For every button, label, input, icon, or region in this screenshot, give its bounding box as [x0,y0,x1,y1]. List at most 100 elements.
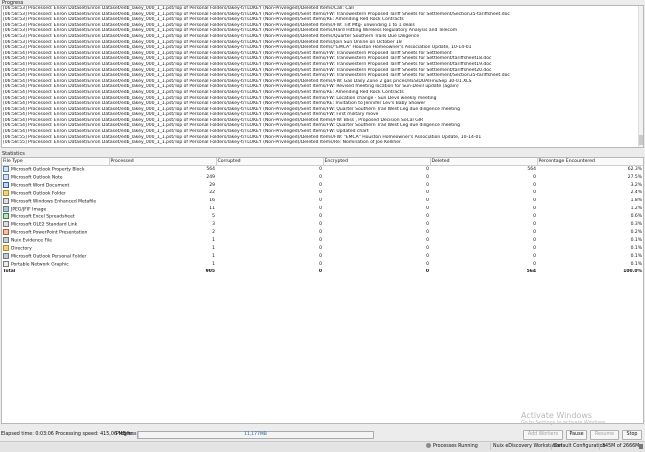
trash-icon[interactable] [639,444,643,449]
table-row[interactable]: Microsoft OLE2 Standard Link 3 0 0 0 0.3% [2,221,643,229]
processed-cell: 249 [206,174,215,180]
deleted-cell: 0 [533,237,536,243]
gear-icon [426,443,431,448]
col-header-percentage[interactable]: Percentage Encountered [537,158,643,166]
png-image-icon [3,260,9,267]
file-type-label: JPEG/JFIF Image [11,207,47,213]
deleted-cell: 0 [533,253,536,259]
table-row[interactable]: Microsoft Outlook Note 249 0 0 0 27.5% [2,173,643,182]
col-header-file-type[interactable]: File Type [2,158,110,166]
table-row[interactable]: Microsoft PowerPoint Presentation 2 0 0 0 0.2… [2,229,643,237]
processed-cell: 29 [209,182,215,188]
stop-button[interactable]: Stop [622,430,642,440]
col-header-encrypted[interactable]: Encrypted [323,158,431,166]
col-header-deleted[interactable]: Deleted [430,158,538,166]
encrypted-cell: 0 [426,198,429,204]
processed-cell: 11 [209,206,215,212]
percent-cell: 1.2% [630,206,642,212]
file-type-cell: Microsoft Excel Spreadsheet [2,213,109,221]
deleted-cell: 0 [533,206,536,212]
encrypted-cell: 0 [426,166,429,172]
table-row[interactable]: Microsoft Windows Enhanced Metafile 16 0 0 0… [2,197,643,206]
file-type-cell: Microsoft Outlook Folder [2,189,109,198]
deleted-cell: 0 [533,222,536,228]
encrypted-cell: 0 [425,268,429,274]
table-row[interactable]: Microsoft Outlook Personal Folder 1 0 0 0 0.1… [2,252,643,261]
outlook-property-block-icon [3,166,9,172]
processes-running-status[interactable]: Processes Running [424,443,480,450]
file-type-cell: Microsoft Outlook Note [2,173,109,182]
status-bar: Processes Running Nuix eDiscovery Workst… [0,441,645,452]
percent-cell: 0.6% [630,214,642,220]
file-type-label: Total [3,268,16,274]
encrypted-cell: 0 [426,261,429,267]
col-header-corrupted[interactable]: Corrupted [216,158,324,166]
deleted-cell: 0 [533,174,536,180]
file-type-label: Microsoft PowerPoint Presentation [11,230,88,236]
percent-cell: 62.3% [627,166,642,172]
table-row[interactable]: Microsoft Outlook Property Block 564 0 0 564… [2,166,643,174]
processed-cell: 5 [212,214,215,220]
statistics-header-row: File Type Processed Corrupted Encrypted … [2,158,643,166]
percent-cell: 27.5% [627,174,642,180]
file-type-cell: Microsoft Word Document [2,181,109,190]
processing-log[interactable]: [06:58:53] Processed: Enron Dataset/Enro… [1,5,644,148]
table-row[interactable]: Nuix Evidence File 1 0 0 0 0.1% [2,237,643,245]
col-header-processed[interactable]: Processed [109,158,217,166]
encrypted-cell: 0 [426,245,429,251]
percent-cell: 2.4% [630,190,642,196]
file-type-cell: Microsoft Outlook Property Block [2,166,109,174]
table-total-row[interactable]: Total 905 0 0 564 100.0% [2,269,643,275]
file-type-label: Portable Network Graphic [11,262,69,268]
file-type-label: Microsoft Outlook Folder [11,191,66,197]
processes-running-label: Processes Running [433,444,478,449]
word-document-icon [3,181,9,188]
corrupted-cell: 0 [319,245,322,251]
file-type-label: Microsoft Windows Enhanced Metafile [11,199,97,205]
percent-cell: 1.8% [630,198,642,204]
corrupted-cell: 0 [319,190,322,196]
processed-cell: 1 [212,237,215,243]
log-scroll-thumb[interactable] [639,135,643,145]
deleted-cell: 0 [533,198,536,204]
table-row[interactable]: JPEG/JFIF Image 11 0 0 0 1.2% [2,205,643,214]
encrypted-cell: 0 [426,174,429,180]
resume-button[interactable]: Resume [590,430,619,440]
file-type-label: Microsoft Excel Spreadsheet [11,214,75,220]
percent-cell: 100.0% [623,268,642,274]
file-type-cell: Microsoft PowerPoint Presentation [2,229,109,237]
processed-cell: 905 [205,268,215,274]
encrypted-cell: 0 [426,253,429,259]
corrupted-cell: 0 [319,237,322,243]
table-row[interactable]: Directory 1 0 0 0 0.1% [2,245,643,253]
file-type-cell: Portable Network Graphic [2,260,109,269]
pause-button[interactable]: Pause [566,430,587,440]
percent-cell: 0.1% [630,245,642,251]
corrupted-cell: 0 [319,198,322,204]
deleted-cell: 0 [533,182,536,188]
statistics-table: File Type Processed Corrupted Encrypted … [2,158,643,275]
table-row[interactable]: Microsoft Word Document 29 0 0 0 3.2% [2,181,643,190]
file-type-label: Nuix Evidence File [11,238,52,244]
corrupted-cell: 0 [319,261,322,267]
processed-cell: 1 [212,261,215,267]
outlook-folder-icon [3,189,9,196]
deleted-cell: 0 [533,261,536,267]
table-row[interactable]: Microsoft Outlook Folder 22 0 0 0 2.4% [2,189,643,198]
add-workers-button[interactable]: Add Workers [523,430,563,440]
encrypted-cell: 0 [426,214,429,220]
deleted-cell: 0 [533,190,536,196]
table-row[interactable]: Microsoft Excel Spreadsheet 5 0 0 0 0.6% [2,213,643,221]
corrupted-cell: 0 [319,174,322,180]
file-type-label: Microsoft OLE2 Standard Link [11,222,78,228]
file-type-label: Directory [11,246,32,252]
percent-cell: 0.1% [630,253,642,259]
table-row[interactable]: Portable Network Graphic 1 0 0 0 0.1% [2,260,643,269]
processing-footer: Elapsed time: 0:03:06 Processing speed: … [0,429,645,440]
activate-windows-watermark: Activate Windows Go to Settings to activ… [521,411,607,426]
statistics-table-panel: File Type Processed Corrupted Encrypted … [1,157,644,424]
progress-bar: 11,177MB [137,431,374,439]
deleted-cell: 0 [533,245,536,251]
memory-status: 345M of 2666M [599,443,641,450]
log-scrollbar[interactable] [638,6,643,147]
